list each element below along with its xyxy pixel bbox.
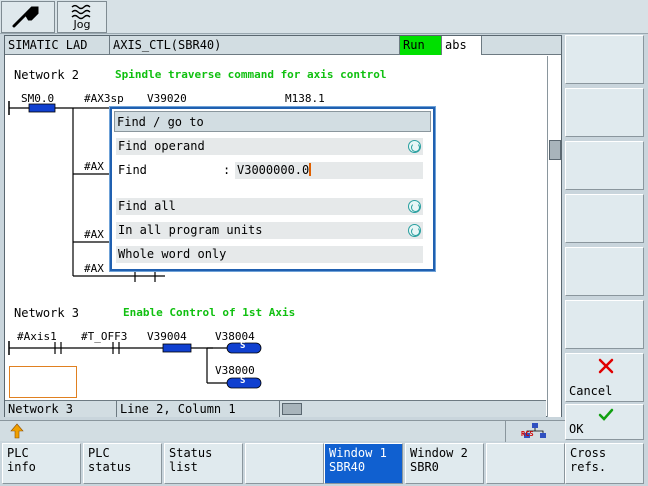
find-goto-dialog: Find / go to Find operand Find : V300000…	[110, 107, 435, 271]
find-input[interactable]: V3000000.0	[235, 162, 423, 179]
toggle-icon	[408, 200, 421, 213]
right-softkey-1[interactable]	[565, 35, 644, 84]
address-mode-label: abs	[442, 36, 482, 55]
network-3-comment: Enable Control of 1st Axis	[123, 306, 296, 319]
text-cursor	[309, 163, 312, 176]
run-status-badge: Run	[400, 36, 442, 55]
right-softkey-2[interactable]	[565, 88, 644, 137]
cancel-label: Cancel	[569, 384, 613, 398]
label-v38000: V38000	[215, 364, 255, 377]
right-softkey-3[interactable]	[565, 141, 644, 190]
window-1-button[interactable]: Window 1 SBR40	[324, 443, 403, 484]
rcs-indicator: RCS	[505, 421, 563, 442]
bottom-softkey-7[interactable]	[486, 443, 565, 484]
label-toff3: #T_OFF3	[81, 330, 128, 343]
top-toolbar: Jog	[0, 0, 648, 34]
contact-v39004	[162, 343, 192, 353]
find-operand-toggle[interactable]: Find operand	[116, 138, 423, 155]
whole-word-label: Whole word only	[118, 247, 227, 261]
find-operand-label: Find operand	[118, 139, 205, 153]
in-all-units-label: In all program units	[118, 223, 263, 237]
cross-refs-button[interactable]: Cross refs.	[565, 443, 644, 484]
window-2-button[interactable]: Window 2 SBR0	[405, 443, 484, 484]
dialog-title: Find / go to	[114, 111, 431, 132]
bottom-softkey-4[interactable]	[245, 443, 324, 484]
rcs-label: RCS	[521, 430, 534, 438]
up-arrow-icon	[10, 423, 24, 439]
current-network-label: Network 3	[5, 401, 117, 417]
cursor-box[interactable]	[9, 366, 77, 398]
right-softkey-5[interactable]	[565, 247, 644, 296]
label-v39004: V39004	[147, 330, 187, 343]
coil-s-label-2: S	[240, 376, 246, 386]
horizontal-scroll-thumb[interactable]	[282, 403, 302, 415]
find-input-value: V3000000.0	[237, 163, 310, 177]
toggle-icon	[408, 140, 421, 153]
plc-status-button[interactable]: PLC status	[83, 443, 162, 484]
vertical-scroll-thumb[interactable]	[549, 140, 561, 160]
block-name-label: AXIS_CTL(SBR40)	[110, 36, 400, 55]
tools-button[interactable]	[1, 1, 55, 33]
find-label: Find	[118, 163, 147, 177]
toggle-icon	[408, 224, 421, 237]
in-all-units-toggle[interactable]: In all program units	[116, 222, 423, 239]
label-v38004: V38004	[215, 330, 255, 343]
label-axis1: #Axis1	[17, 330, 57, 343]
right-softkey-4[interactable]	[565, 194, 644, 243]
cancel-icon	[598, 358, 614, 374]
editor-status-bar: Network 3 Line 2, Column 1	[5, 400, 546, 417]
cursor-position-label: Line 2, Column 1	[117, 401, 280, 417]
find-all-toggle[interactable]: Find all	[116, 198, 423, 215]
right-softkey-6[interactable]	[565, 300, 644, 349]
coil-s-label-1: S	[240, 341, 246, 351]
wrench-icon	[12, 6, 39, 28]
status-list-button[interactable]: Status list	[164, 443, 243, 484]
cancel-button[interactable]: Cancel	[565, 353, 644, 402]
plc-info-button[interactable]: PLC info	[2, 443, 81, 484]
network-3-title: Network 3	[14, 306, 80, 320]
vertical-scrollbar[interactable]	[547, 56, 561, 417]
editor-title-bar: SIMATIC LAD AXIS_CTL(SBR40) Run abs	[5, 36, 561, 55]
find-colon: :	[223, 163, 231, 177]
find-all-label: Find all	[118, 199, 176, 213]
jog-button[interactable]: Jog	[57, 1, 107, 33]
check-icon	[598, 408, 614, 421]
hint-bar: RCS	[0, 420, 565, 442]
language-label: SIMATIC LAD	[5, 36, 110, 55]
contact-sm00	[28, 103, 56, 113]
whole-word-option[interactable]: Whole word only	[116, 246, 423, 263]
ok-button[interactable]: OK	[565, 404, 644, 440]
ok-label: OK	[569, 422, 584, 436]
jog-label: Jog	[73, 18, 91, 31]
